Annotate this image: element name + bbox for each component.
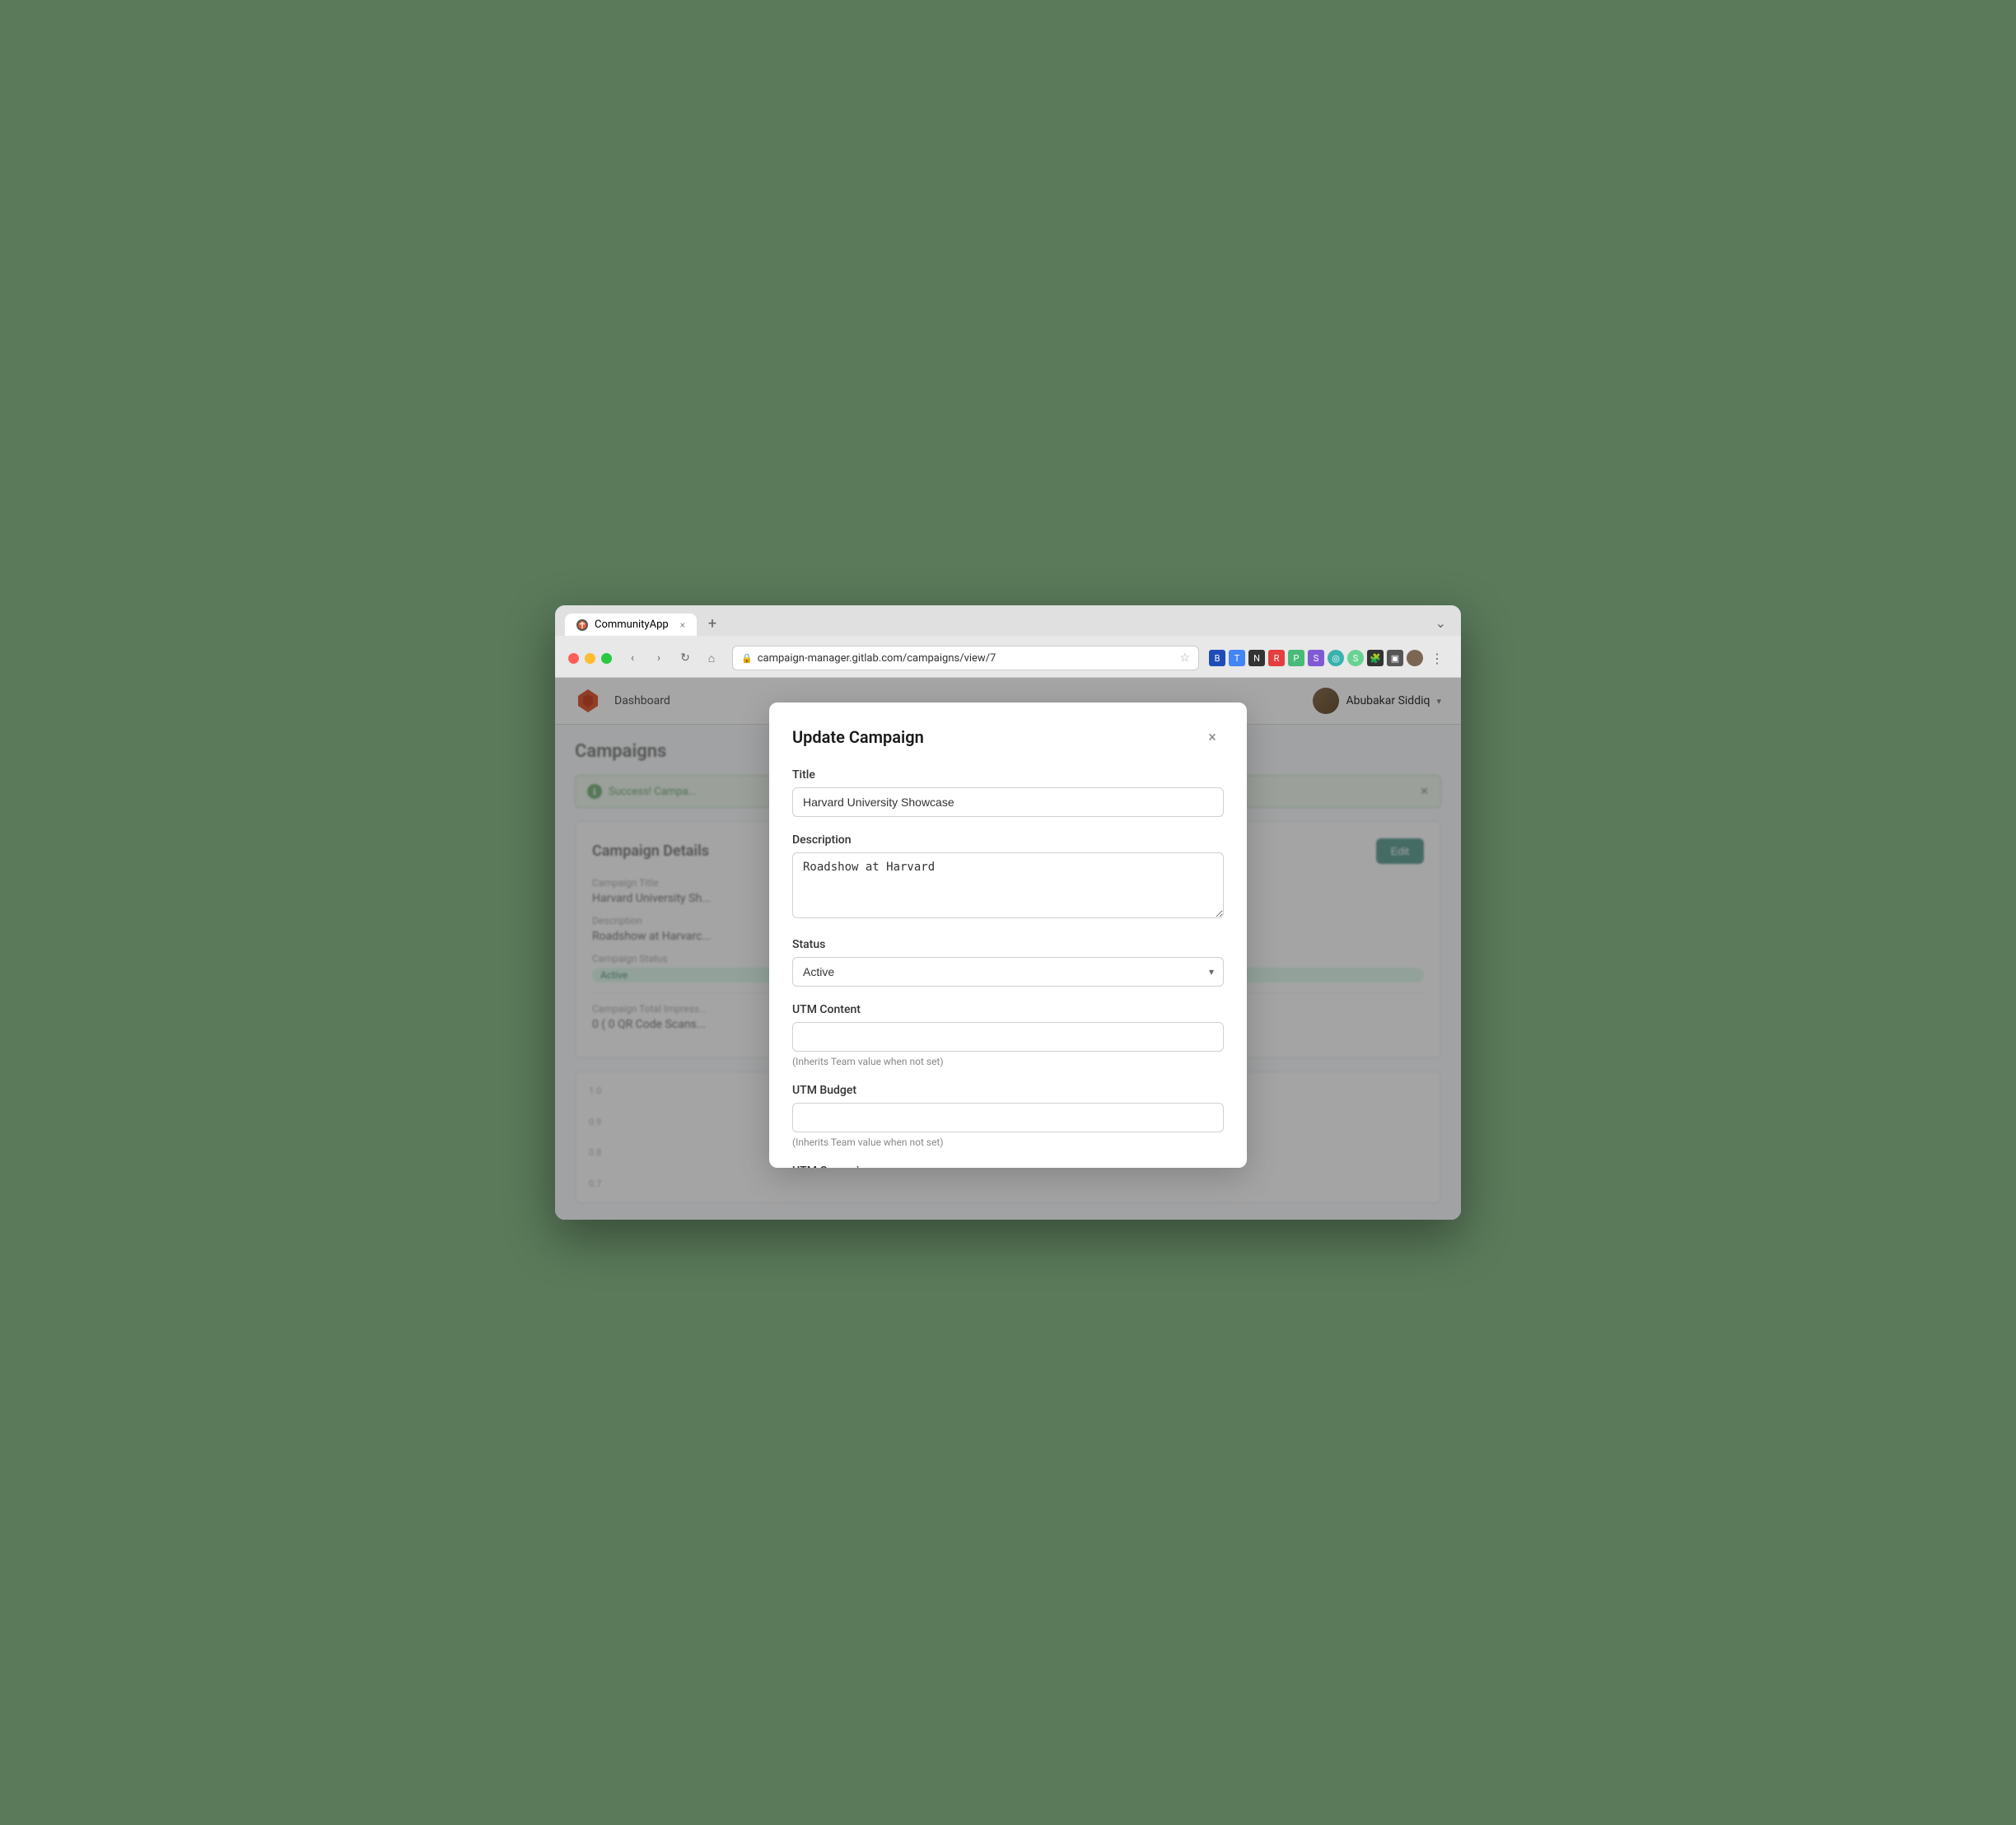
utm-content-input[interactable] bbox=[792, 1022, 1224, 1052]
puzzle-icon[interactable]: 🧩 bbox=[1367, 650, 1384, 666]
user-avatar-browser[interactable] bbox=[1407, 650, 1423, 666]
status-label-modal: Status bbox=[792, 938, 1224, 951]
status-field-group: Status Active Inactive Draft ▾ bbox=[792, 938, 1224, 987]
status-select[interactable]: Active Inactive Draft bbox=[792, 957, 1224, 987]
ext-red-icon[interactable]: R bbox=[1268, 650, 1285, 666]
lock-icon: 🔒 bbox=[741, 653, 753, 664]
url-text: campaign-manager.gitlab.com/campaigns/vi… bbox=[758, 652, 1175, 665]
browser-tab-bar: CommunityApp × + ⌄ bbox=[555, 605, 1461, 636]
bitwarden-icon[interactable]: B bbox=[1209, 650, 1225, 666]
translate-icon[interactable]: T bbox=[1229, 650, 1245, 666]
browser-window: CommunityApp × + ⌄ ‹ › ↻ ⌂ 🔒 campaign-ma… bbox=[555, 605, 1461, 1220]
description-label-modal: Description bbox=[792, 833, 1224, 847]
utm-content-field-group: UTM Content (Inherits Team value when no… bbox=[792, 1003, 1224, 1067]
status-select-wrapper: Active Inactive Draft ▾ bbox=[792, 957, 1224, 987]
ext-teal-icon[interactable]: ◎ bbox=[1328, 650, 1344, 666]
title-field-group: Title bbox=[792, 768, 1224, 817]
bookmark-icon[interactable]: ☆ bbox=[1179, 651, 1190, 665]
maximize-window-button[interactable] bbox=[601, 653, 612, 664]
browser-titlebar: ‹ › ↻ ⌂ 🔒 campaign-manager.gitlab.com/ca… bbox=[555, 636, 1461, 678]
ext-purple-icon[interactable]: S bbox=[1308, 650, 1324, 666]
minimize-window-button[interactable] bbox=[585, 653, 595, 664]
app-content: Dashboard Abubakar Siddiq ▾ Campaigns ℹ … bbox=[555, 678, 1461, 1220]
title-label: Title bbox=[792, 768, 1224, 782]
modal-title: Update Campaign bbox=[792, 727, 924, 747]
tab-label: CommunityApp bbox=[595, 618, 669, 631]
utm-content-label: UTM Content bbox=[792, 1003, 1224, 1016]
utm-budget-field-group: UTM Budget (Inherits Team value when not… bbox=[792, 1084, 1224, 1148]
forward-button[interactable]: › bbox=[648, 647, 670, 669]
split-icon[interactable]: ▣ bbox=[1387, 650, 1403, 666]
ext-green-icon[interactable]: P bbox=[1288, 650, 1304, 666]
modal-overlay: Update Campaign × Title Description Road… bbox=[555, 678, 1461, 1220]
description-field-group: Description Roadshow at Harvard bbox=[792, 833, 1224, 922]
utm-budget-input[interactable] bbox=[792, 1103, 1224, 1132]
browser-window-controls bbox=[568, 653, 612, 664]
new-tab-button[interactable]: + bbox=[700, 611, 725, 636]
reload-button[interactable]: ↻ bbox=[674, 647, 696, 669]
modal-header: Update Campaign × bbox=[792, 726, 1224, 749]
extension-icons: B T N R P S ◎ S 🧩 ▣ ⋮ bbox=[1209, 647, 1448, 669]
browser-navigation: ‹ › ↻ ⌂ bbox=[622, 647, 722, 669]
browser-menu-button[interactable]: ⌄ bbox=[1430, 610, 1451, 636]
title-input[interactable] bbox=[792, 787, 1224, 817]
address-bar[interactable]: 🔒 campaign-manager.gitlab.com/campaigns/… bbox=[732, 646, 1199, 670]
update-campaign-modal: Update Campaign × Title Description Road… bbox=[769, 702, 1247, 1168]
modal-close-button[interactable]: × bbox=[1201, 726, 1224, 749]
utm-campaign-label: UTM Campaign bbox=[792, 1165, 1224, 1168]
ext-mint-icon[interactable]: S bbox=[1347, 650, 1364, 666]
close-window-button[interactable] bbox=[568, 653, 579, 664]
browser-tab[interactable]: CommunityApp × bbox=[565, 614, 697, 636]
notion-icon[interactable]: N bbox=[1248, 650, 1265, 666]
description-textarea[interactable]: Roadshow at Harvard bbox=[792, 852, 1224, 918]
browser-more-button[interactable]: ⋮ bbox=[1426, 647, 1448, 669]
tab-close-button[interactable]: × bbox=[680, 619, 685, 631]
utm-content-hint: (Inherits Team value when not set) bbox=[792, 1056, 1224, 1067]
back-button[interactable]: ‹ bbox=[622, 647, 643, 669]
tab-favicon bbox=[576, 619, 588, 631]
home-button[interactable]: ⌂ bbox=[701, 647, 722, 669]
utm-campaign-field-group: UTM Campaign (Inherits Team value when n… bbox=[792, 1165, 1224, 1168]
utm-budget-hint: (Inherits Team value when not set) bbox=[792, 1137, 1224, 1148]
utm-budget-label: UTM Budget bbox=[792, 1084, 1224, 1097]
